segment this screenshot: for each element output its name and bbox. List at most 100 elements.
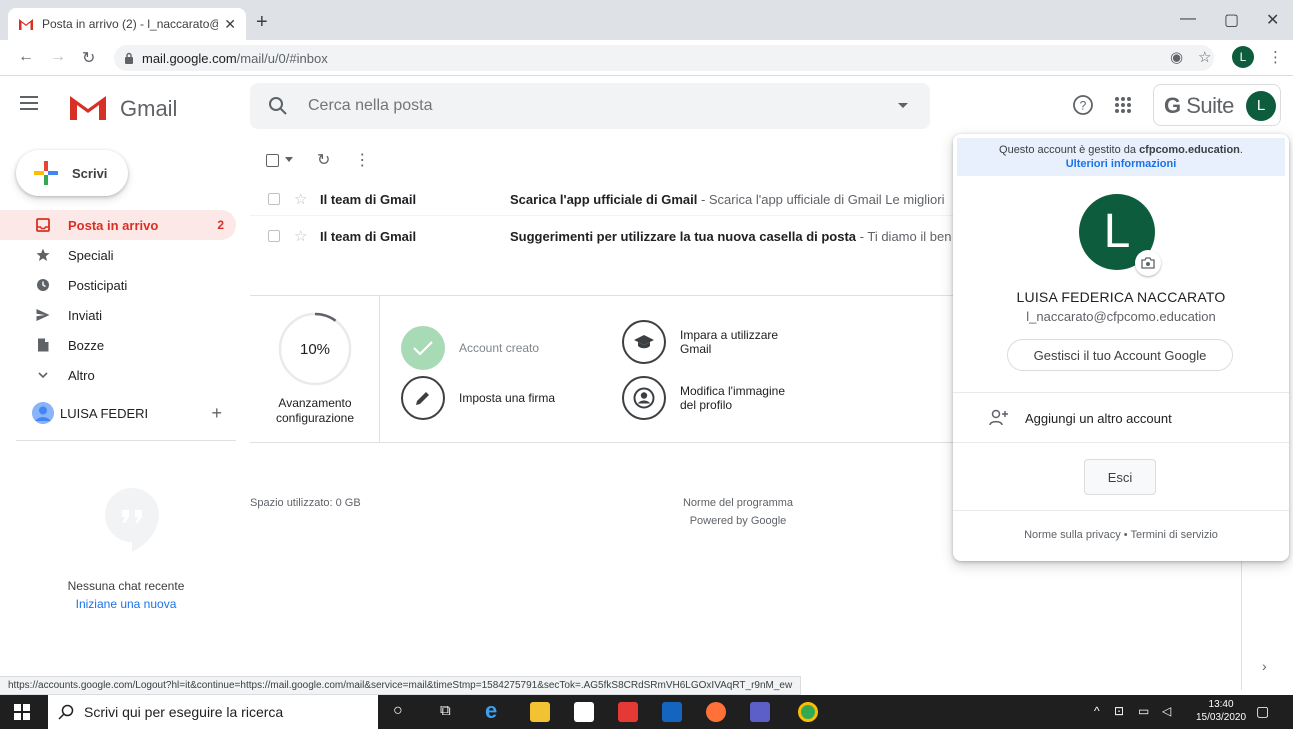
logout-button[interactable]: Esci bbox=[1084, 459, 1156, 495]
gift-icon[interactable] bbox=[618, 702, 638, 722]
search-icon bbox=[58, 704, 74, 720]
mail-row-checkbox[interactable] bbox=[268, 193, 280, 205]
task-change-photo[interactable]: Modifica l'immagine del profilo bbox=[622, 376, 785, 420]
forward-icon[interactable]: → bbox=[50, 48, 66, 66]
add-account-button[interactable]: Aggiungi un altro account bbox=[953, 394, 1289, 442]
managed-account-notice: Questo account è gestito da cfpcomo.educ… bbox=[957, 138, 1285, 176]
mail-row[interactable]: ☆ Il team di Gmail Suggerimenti per util… bbox=[250, 220, 960, 252]
task-set-signature[interactable]: Imposta una firma bbox=[401, 376, 555, 420]
terms-of-service-link[interactable]: Termini di servizio bbox=[1130, 529, 1217, 541]
gmail-favicon-icon bbox=[19, 19, 33, 30]
browser-tab[interactable]: Posta in arrivo (2) - l_naccarato@ ✕ bbox=[8, 8, 246, 40]
refresh-icon[interactable]: ↻ bbox=[317, 150, 330, 170]
mail-subject-line: Scarica l'app ufficiale di Gmail - Scari… bbox=[510, 191, 945, 207]
browser-menu-icon[interactable]: ⋮ bbox=[1268, 48, 1283, 66]
sidebar-item-starred[interactable]: Speciali bbox=[0, 240, 236, 270]
privacy-policy-link[interactable]: Norme sulla privacy bbox=[1024, 529, 1121, 541]
gsuite-logo: G Suite bbox=[1164, 93, 1234, 118]
sidebar-item-drafts[interactable]: Bozze bbox=[0, 330, 236, 360]
expand-side-panel-icon[interactable]: › bbox=[1262, 658, 1267, 674]
mail-app-icon[interactable] bbox=[662, 702, 682, 722]
popup-divider bbox=[953, 442, 1289, 443]
program-policies-link[interactable]: Norme del programma bbox=[600, 497, 876, 509]
setup-progress-summary: 10% Avanzamento configurazione bbox=[250, 296, 380, 442]
mail-star-icon[interactable]: ☆ bbox=[294, 227, 307, 245]
google-apps-icon[interactable] bbox=[1114, 96, 1132, 114]
gmail-logo-icon[interactable] bbox=[68, 92, 108, 122]
mail-row-checkbox[interactable] bbox=[268, 230, 280, 242]
file-explorer-icon[interactable] bbox=[530, 702, 550, 722]
bookmark-star-icon[interactable]: ☆ bbox=[1198, 48, 1211, 66]
popup-divider bbox=[953, 510, 1289, 511]
task-learn-gmail[interactable]: Impara a utilizzare Gmail bbox=[622, 320, 778, 364]
url-path: /mail/u/0/#inbox bbox=[236, 50, 328, 66]
account-avatar[interactable]: L bbox=[1246, 91, 1276, 121]
powered-by-google: Powered by Google bbox=[689, 515, 787, 527]
camera-icon[interactable] bbox=[1135, 250, 1161, 276]
tray-chevron-icon[interactable]: ^ bbox=[1094, 704, 1100, 718]
main-menu-icon[interactable] bbox=[20, 96, 38, 110]
taskbar-search-box[interactable]: Scrivi qui per eseguire la ricerca bbox=[48, 695, 378, 729]
help-icon[interactable]: ? bbox=[1072, 94, 1094, 116]
new-tab-button[interactable]: + bbox=[256, 12, 268, 32]
sidebar-item-sent[interactable]: Inviati bbox=[0, 300, 236, 330]
search-options-icon[interactable] bbox=[898, 103, 908, 108]
search-input[interactable] bbox=[308, 95, 868, 117]
compose-button[interactable]: Scrivi bbox=[16, 150, 128, 196]
inbox-unread-count: 2 bbox=[217, 218, 224, 232]
windows-taskbar: Scrivi qui per eseguire la ricerca ○ ⧉ e… bbox=[0, 695, 1293, 729]
window-close-icon[interactable]: ✕ bbox=[1266, 10, 1279, 30]
windows-start-icon[interactable] bbox=[14, 704, 30, 720]
extension-icon[interactable]: ◉ bbox=[1170, 48, 1183, 66]
mail-row[interactable]: ☆ Il team di Gmail Scarica l'app ufficia… bbox=[250, 183, 960, 215]
star-icon bbox=[36, 248, 50, 261]
chrome-icon[interactable] bbox=[798, 702, 818, 722]
sidebar-item-inbox[interactable]: Posta in arrivo 2 bbox=[0, 210, 236, 240]
teams-icon[interactable] bbox=[750, 702, 770, 722]
sidebar-item-more[interactable]: Altro bbox=[0, 360, 236, 390]
volume-icon[interactable]: ◁ bbox=[1162, 704, 1171, 718]
battery-icon[interactable]: ▭ bbox=[1138, 704, 1149, 718]
restore-icon[interactable]: ▢ bbox=[1224, 10, 1239, 30]
select-dropdown-icon[interactable] bbox=[285, 157, 293, 163]
more-actions-icon[interactable]: ⋮ bbox=[354, 150, 370, 170]
mail-subject-line: Suggerimenti per utilizzare la tua nuova… bbox=[510, 228, 952, 244]
taskbar-clock[interactable]: 13:40 15/03/2020 bbox=[1196, 698, 1246, 724]
network-icon[interactable]: ⊡ bbox=[1114, 704, 1124, 718]
browser-profile-avatar[interactable]: L bbox=[1232, 46, 1254, 68]
select-all-checkbox[interactable] bbox=[266, 153, 279, 167]
gmail-header: Gmail ? G Suite L bbox=[0, 77, 1293, 135]
lock-icon bbox=[125, 52, 133, 64]
setup-label: Avanzamento configurazione bbox=[275, 396, 355, 425]
start-new-chat-link[interactable]: Iniziane una nuova bbox=[0, 597, 252, 611]
gsuite-account-button[interactable]: G Suite L bbox=[1153, 84, 1281, 126]
firefox-icon[interactable] bbox=[706, 702, 726, 722]
notifications-icon[interactable]: ▢ bbox=[1256, 703, 1269, 720]
back-icon[interactable]: ← bbox=[18, 48, 34, 66]
svg-text:?: ? bbox=[1080, 99, 1087, 113]
edge-icon[interactable]: e bbox=[485, 700, 505, 722]
manage-google-account-button[interactable]: Gestisci il tuo Account Google bbox=[1007, 339, 1233, 371]
cortana-icon[interactable]: ○ bbox=[393, 702, 403, 720]
minimize-icon[interactable]: — bbox=[1180, 10, 1196, 28]
profile-email: l_naccarato@cfpcomo.education bbox=[1026, 309, 1216, 324]
mail-sender: Il team di Gmail bbox=[320, 191, 417, 207]
sidebar-divider bbox=[16, 440, 236, 441]
mail-search-bar[interactable] bbox=[250, 83, 930, 129]
more-info-link[interactable]: Ulteriori informazioni bbox=[1066, 158, 1177, 170]
reload-icon[interactable]: ↻ bbox=[82, 48, 95, 68]
user-avatar-icon bbox=[32, 402, 54, 424]
storage-used: Spazio utilizzato: 0 GB bbox=[250, 497, 361, 509]
browser-toolbar: ← → ↻ mail.google.com/mail/u/0/#inbox ◉ … bbox=[0, 40, 1293, 76]
sidebar-item-snoozed[interactable]: Posticipati bbox=[0, 270, 236, 300]
task-view-icon[interactable]: ⧉ bbox=[440, 702, 451, 719]
new-chat-plus-icon[interactable]: + bbox=[211, 403, 222, 424]
address-bar[interactable]: mail.google.com/mail/u/0/#inbox bbox=[114, 45, 1214, 71]
store-icon[interactable] bbox=[574, 702, 594, 722]
mail-list-toolbar: ↻ ⋮ bbox=[250, 148, 370, 172]
hangouts-user[interactable]: LUISA FEDERI + bbox=[32, 401, 236, 425]
tab-close-icon[interactable]: ✕ bbox=[224, 16, 236, 33]
search-icon[interactable] bbox=[268, 96, 288, 116]
setup-percent: 10% bbox=[299, 341, 331, 358]
mail-star-icon[interactable]: ☆ bbox=[294, 190, 307, 208]
